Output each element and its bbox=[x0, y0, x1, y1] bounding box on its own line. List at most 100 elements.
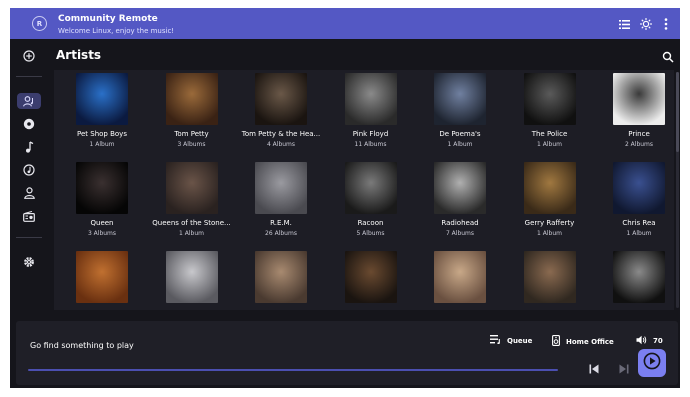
artist-album-count: 1 Album bbox=[89, 141, 115, 148]
artist-image bbox=[434, 162, 486, 214]
genre-icon bbox=[23, 161, 35, 180]
artist-image bbox=[76, 162, 128, 214]
page-title: Artists bbox=[56, 48, 102, 62]
progress-bar[interactable] bbox=[28, 369, 558, 371]
settings-icon[interactable] bbox=[20, 254, 38, 270]
app-title: Community Remote bbox=[58, 14, 158, 24]
app-header: R Community Remote Welcome Linux, enjoy … bbox=[10, 8, 680, 39]
queue-button[interactable]: Queue bbox=[490, 335, 532, 346]
artist-name: Tom Petty bbox=[174, 130, 209, 138]
artist-name: De Poema's bbox=[439, 130, 481, 138]
artist-name: Queen bbox=[90, 219, 114, 227]
artist-tile[interactable]: Pet Shop Boys 1 Album bbox=[62, 73, 142, 153]
artist-album-count: 1 Album bbox=[447, 141, 473, 148]
speaker-device-icon bbox=[552, 335, 560, 348]
sidebar-item-artists[interactable] bbox=[17, 93, 41, 109]
artist-tile[interactable] bbox=[152, 251, 232, 310]
output-device-button[interactable]: Home Office bbox=[552, 335, 614, 348]
sidebar-item-tracks[interactable] bbox=[20, 139, 38, 155]
artist-image bbox=[255, 73, 307, 125]
artist-image bbox=[344, 251, 397, 303]
sidebar-divider bbox=[16, 76, 42, 77]
artist-image bbox=[523, 251, 576, 303]
previous-track-icon[interactable] bbox=[588, 363, 600, 375]
artist-tile[interactable]: De Poema's 1 Album bbox=[420, 73, 500, 153]
volume-control[interactable]: 70 bbox=[636, 335, 663, 347]
artist-tile[interactable] bbox=[241, 251, 321, 310]
sidebar-divider bbox=[16, 237, 42, 238]
artist-tile[interactable]: Tom Petty 3 Albums bbox=[152, 73, 232, 153]
player-bar: Go find something to play Queue Home Off… bbox=[16, 321, 678, 385]
artist-image bbox=[76, 73, 128, 125]
grid-scrollbar[interactable] bbox=[676, 72, 679, 308]
artist-image bbox=[344, 73, 397, 125]
artist-tile[interactable] bbox=[510, 251, 590, 310]
artist-tile[interactable] bbox=[420, 251, 500, 310]
artist-image bbox=[613, 162, 665, 214]
artist-tile[interactable]: Gerry Rafferty 1 Album bbox=[510, 162, 590, 242]
artist-tile[interactable]: R.E.M. 26 Albums bbox=[241, 162, 321, 242]
artist-name: Pet Shop Boys bbox=[77, 130, 127, 138]
list-icon[interactable] bbox=[618, 18, 630, 30]
artist-tile[interactable]: The Police 1 Album bbox=[510, 73, 590, 153]
artist-album-count: 1 Album bbox=[179, 230, 204, 237]
artist-icon bbox=[23, 92, 35, 111]
artist-name: R.E.M. bbox=[270, 219, 292, 227]
artist-album-count: 26 Albums bbox=[265, 230, 297, 237]
artist-tile[interactable]: Prince 2 Albums bbox=[599, 73, 674, 153]
now-playing-text: Go find something to play bbox=[30, 341, 134, 350]
sidebar-item-albums[interactable] bbox=[20, 116, 38, 132]
artist-name: Racoon bbox=[357, 219, 384, 227]
sidebar-item-radio[interactable] bbox=[20, 208, 38, 224]
artist-name: Pink Floyd bbox=[352, 130, 389, 138]
artist-name: Chris Rea bbox=[622, 219, 656, 227]
artist-tile[interactable] bbox=[331, 251, 411, 310]
artist-image bbox=[523, 73, 576, 125]
queue-label: Queue bbox=[507, 336, 533, 345]
music-note-icon bbox=[24, 138, 34, 157]
artist-image bbox=[434, 251, 486, 303]
more-vert-icon[interactable] bbox=[660, 18, 672, 30]
artist-tile[interactable]: Pink Floyd 11 Albums bbox=[331, 73, 411, 153]
artist-name: The Police bbox=[531, 130, 568, 138]
artist-tile[interactable] bbox=[599, 251, 674, 310]
artist-name: Radiohead bbox=[441, 219, 479, 227]
next-track-icon[interactable] bbox=[618, 363, 630, 375]
artist-image bbox=[165, 251, 218, 303]
artist-image bbox=[165, 73, 218, 125]
artist-image bbox=[434, 73, 486, 125]
artist-name: Queens of the Stone... bbox=[152, 219, 231, 227]
output-device-label: Home Office bbox=[566, 337, 614, 346]
search-icon[interactable] bbox=[662, 48, 674, 63]
artist-album-count: 7 Albums bbox=[445, 230, 475, 237]
artist-tile[interactable]: Radiohead 7 Albums bbox=[420, 162, 500, 242]
artist-image bbox=[255, 251, 307, 303]
artist-album-count: 5 Albums bbox=[356, 230, 385, 237]
sidebar bbox=[10, 39, 48, 319]
artist-tile[interactable]: Chris Rea 1 Album bbox=[599, 162, 674, 242]
play-button[interactable] bbox=[638, 349, 666, 377]
artist-album-count: 4 Albums bbox=[266, 141, 296, 148]
artist-image bbox=[613, 251, 665, 303]
app-window: R Community Remote Welcome Linux, enjoy … bbox=[10, 8, 680, 388]
artist-tile[interactable]: Queens of the Stone... 1 Album bbox=[152, 162, 232, 242]
artist-album-count: 1 Album bbox=[537, 230, 562, 237]
artist-tile[interactable]: Queen 3 Albums bbox=[62, 162, 142, 242]
artist-album-count: 1 Album bbox=[537, 141, 562, 148]
scrollbar-thumb[interactable] bbox=[676, 72, 679, 152]
artist-album-count: 1 Album bbox=[626, 230, 652, 237]
artist-name: Tom Petty & the Hea... bbox=[241, 130, 321, 138]
artist-tile[interactable] bbox=[62, 251, 142, 310]
artist-tile[interactable]: Racoon 5 Albums bbox=[331, 162, 411, 242]
play-circle-icon bbox=[643, 352, 661, 374]
artist-tile[interactable]: Tom Petty & the Hea... 4 Albums bbox=[241, 73, 321, 153]
sidebar-item-genres[interactable] bbox=[20, 162, 38, 178]
sidebar-item-people[interactable] bbox=[20, 185, 38, 201]
add-circle-icon[interactable] bbox=[20, 48, 38, 64]
artist-grid: Pet Shop Boys 1 Album Tom Petty 3 Albums Tom… bbox=[54, 70, 674, 310]
album-icon bbox=[23, 115, 35, 134]
app-logo-icon: R bbox=[32, 16, 47, 31]
brightness-icon[interactable] bbox=[640, 18, 652, 30]
artist-album-count: 3 Albums bbox=[177, 141, 206, 148]
artist-name: Prince bbox=[628, 130, 650, 138]
